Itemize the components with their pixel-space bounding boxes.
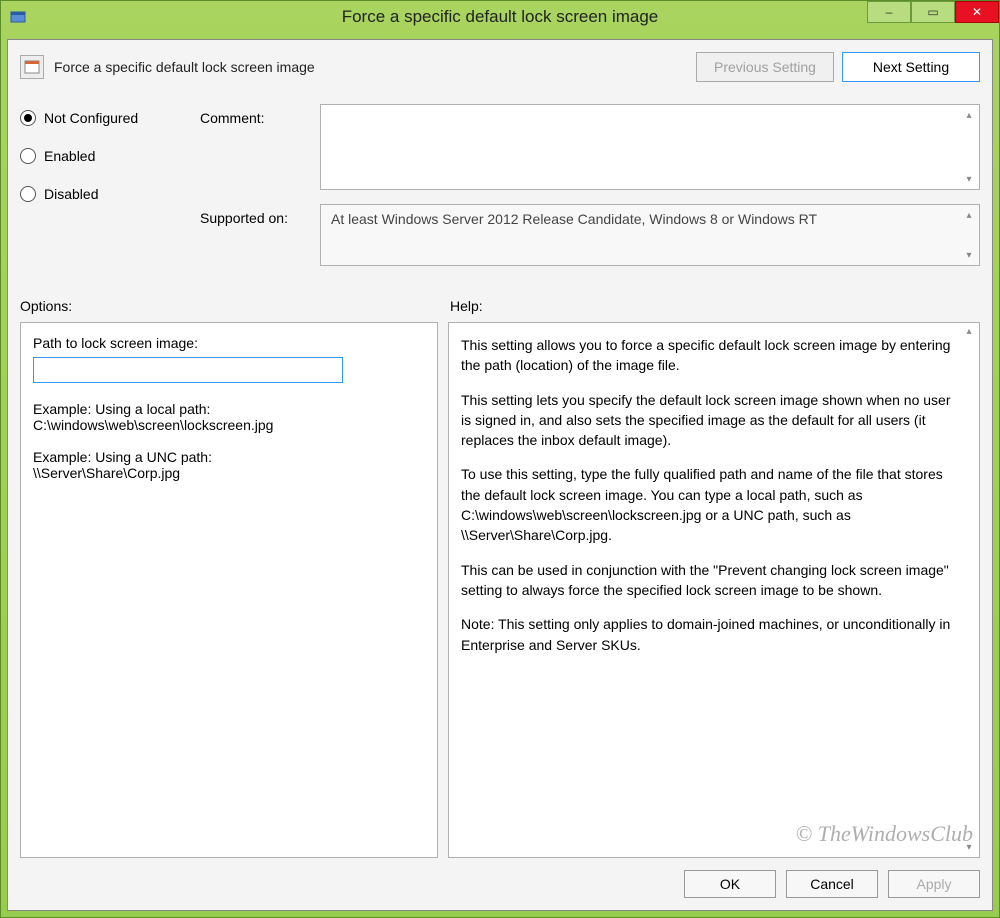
radio-icon [20, 148, 36, 164]
scroll-up-icon[interactable]: ▴ [961, 325, 977, 340]
path-input[interactable] [33, 357, 343, 383]
window-frame: Force a specific default lock screen ima… [0, 0, 1000, 918]
ok-button[interactable]: OK [684, 870, 776, 898]
help-paragraph: This setting allows you to force a speci… [461, 335, 955, 376]
supported-text: At least Windows Server 2012 Release Can… [320, 204, 980, 266]
scroll-down-icon[interactable]: ▾ [961, 841, 977, 856]
example-label: Example: Using a local path: [33, 401, 425, 417]
example-unc: Example: Using a UNC path: \\Server\Shar… [33, 449, 425, 481]
cancel-button[interactable]: Cancel [786, 870, 878, 898]
scroll-up-icon[interactable]: ▴ [961, 107, 977, 123]
policy-icon [20, 55, 44, 79]
radio-label: Not Configured [44, 110, 138, 126]
dialog-footer: OK Cancel Apply [20, 870, 980, 898]
radio-icon [20, 186, 36, 202]
help-scrollbar[interactable]: ▴ ▾ [961, 325, 977, 855]
panels-row: Path to lock screen image: Example: Usin… [20, 322, 980, 858]
caption-buttons: – ▭ ✕ [867, 1, 999, 23]
radio-label: Enabled [44, 148, 95, 164]
options-heading: Options: [20, 298, 450, 314]
header-row: Force a specific default lock screen ima… [20, 52, 980, 82]
state-radio-group: Not Configured Enabled Disabled [20, 104, 200, 202]
client-area: Force a specific default lock screen ima… [7, 39, 993, 911]
close-button[interactable]: ✕ [955, 1, 999, 23]
help-paragraph: To use this setting, type the fully qual… [461, 464, 955, 545]
fields-column: Comment: ▴ ▾ Supported on: At least Wind… [200, 104, 980, 280]
scroll-down-icon[interactable]: ▾ [961, 247, 977, 263]
comment-textarea[interactable]: ▴ ▾ [320, 104, 980, 190]
section-labels: Options: Help: [20, 298, 980, 314]
maximize-button[interactable]: ▭ [911, 1, 955, 23]
apply-button[interactable]: Apply [888, 870, 980, 898]
window-title: Force a specific default lock screen ima… [1, 7, 999, 27]
state-row: Not Configured Enabled Disabled Comment:… [20, 104, 980, 280]
help-paragraph: This can be used in conjunction with the… [461, 560, 955, 601]
next-setting-button[interactable]: Next Setting [842, 52, 980, 82]
example-label: Example: Using a UNC path: [33, 449, 425, 465]
radio-label: Disabled [44, 186, 98, 202]
example-value: \\Server\Share\Corp.jpg [33, 465, 425, 481]
radio-not-configured[interactable]: Not Configured [20, 110, 200, 126]
previous-setting-button[interactable]: Previous Setting [696, 52, 834, 82]
help-paragraph: This setting lets you specify the defaul… [461, 390, 955, 451]
supported-label: Supported on: [200, 204, 320, 266]
scroll-down-icon[interactable]: ▾ [961, 171, 977, 187]
comment-label: Comment: [200, 104, 320, 190]
policy-title: Force a specific default lock screen ima… [54, 59, 315, 75]
scroll-up-icon[interactable]: ▴ [961, 207, 977, 223]
help-paragraph: Note: This setting only applies to domai… [461, 614, 955, 655]
titlebar[interactable]: Force a specific default lock screen ima… [1, 1, 999, 33]
radio-disabled[interactable]: Disabled [20, 186, 200, 202]
example-local: Example: Using a local path: C:\windows\… [33, 401, 425, 433]
help-panel: This setting allows you to force a speci… [448, 322, 980, 858]
supported-row: Supported on: At least Windows Server 20… [200, 204, 980, 266]
minimize-button[interactable]: – [867, 1, 911, 23]
app-icon [9, 8, 27, 26]
radio-enabled[interactable]: Enabled [20, 148, 200, 164]
help-heading: Help: [450, 298, 483, 314]
supported-value: At least Windows Server 2012 Release Can… [331, 211, 817, 227]
path-label: Path to lock screen image: [33, 335, 425, 351]
options-panel: Path to lock screen image: Example: Usin… [20, 322, 438, 858]
radio-icon [20, 110, 36, 126]
comment-row: Comment: ▴ ▾ [200, 104, 980, 190]
example-value: C:\windows\web\screen\lockscreen.jpg [33, 417, 425, 433]
